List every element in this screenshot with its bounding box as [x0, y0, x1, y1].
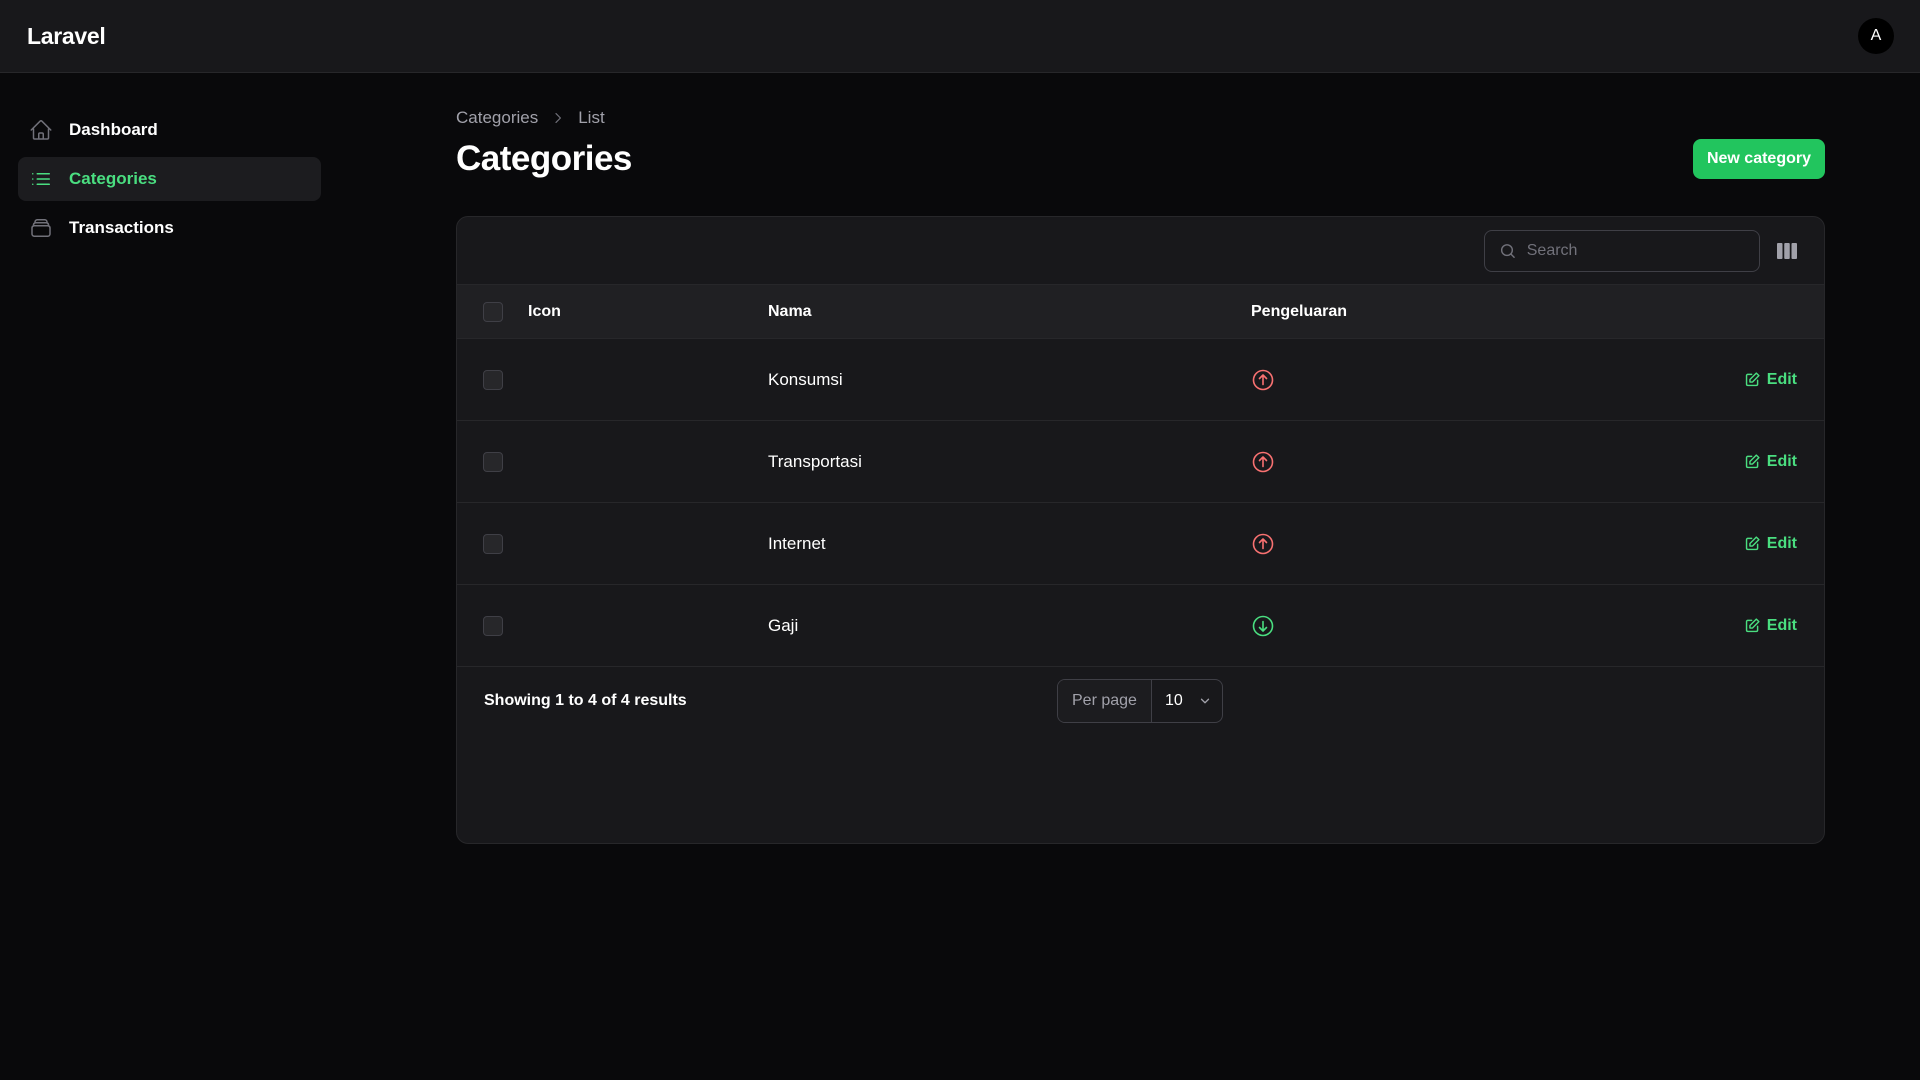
user-avatar[interactable]: A	[1858, 18, 1894, 54]
row-nama: Gaji	[768, 615, 799, 635]
column-header-icon[interactable]: Icon	[528, 303, 768, 321]
edit-icon	[1745, 372, 1760, 387]
row-checkbox[interactable]	[483, 369, 503, 390]
pagination-summary: Showing 1 to 4 of 4 results	[484, 692, 687, 709]
main-content: Categories List Categories New category	[456, 108, 1825, 844]
edit-icon	[1745, 536, 1760, 551]
table-row: Transportasi Edit	[457, 421, 1824, 503]
top-bar: Laravel A	[0, 0, 1920, 73]
edit-label: Edit	[1766, 452, 1797, 470]
column-toggle-icon[interactable]	[1776, 240, 1798, 262]
column-header-pengeluaran[interactable]: Pengeluaran	[1251, 303, 1624, 321]
chevron-right-icon	[555, 113, 562, 123]
breadcrumb: Categories List	[456, 108, 1825, 128]
brand-logo[interactable]: Laravel	[27, 23, 106, 50]
edit-button[interactable]: Edit	[1744, 371, 1797, 389]
table-header: Icon Nama Pengeluaran	[457, 285, 1824, 339]
categories-table: Icon Nama Pengeluaran Konsumsi Edit	[456, 216, 1825, 844]
edit-label: Edit	[1766, 616, 1797, 634]
sidebar-item-label: Dashboard	[69, 120, 158, 139]
breadcrumb-categories-link[interactable]: Categories	[456, 108, 538, 128]
edit-button[interactable]: Edit	[1744, 617, 1797, 635]
edit-label: Edit	[1766, 370, 1797, 388]
chevron-down-icon	[1200, 698, 1210, 704]
sidebar: Dashboard Categories Transactions	[18, 108, 321, 255]
archive-icon	[31, 219, 51, 237]
row-checkbox[interactable]	[483, 533, 503, 554]
table-toolbar	[457, 217, 1824, 285]
sidebar-item-label: Transactions	[69, 218, 174, 237]
column-header-nama[interactable]: Nama	[768, 303, 1251, 321]
sidebar-item-transactions[interactable]: Transactions	[18, 206, 321, 250]
arrow-up-circle-icon	[1252, 533, 1274, 554]
per-page-label: Per page	[1058, 680, 1152, 722]
search-input[interactable]	[1526, 241, 1745, 260]
table-row: Internet Edit	[457, 503, 1824, 585]
edit-icon	[1745, 618, 1760, 633]
table-row: Konsumsi Edit	[457, 339, 1824, 421]
select-all-checkbox[interactable]	[483, 301, 503, 322]
arrow-down-circle-icon	[1252, 615, 1274, 636]
sidebar-item-label: Categories	[69, 169, 157, 188]
table-footer: Showing 1 to 4 of 4 results Per page 10	[457, 667, 1824, 735]
sidebar-item-categories[interactable]: Categories	[18, 157, 321, 201]
arrow-up-circle-icon	[1252, 451, 1274, 472]
edit-icon	[1745, 454, 1760, 469]
search-box[interactable]	[1484, 229, 1760, 272]
row-nama: Internet	[768, 533, 826, 553]
per-page-control: Per page 10	[1057, 679, 1223, 723]
home-icon	[30, 119, 52, 140]
sidebar-item-dashboard[interactable]: Dashboard	[18, 108, 321, 152]
edit-button[interactable]: Edit	[1744, 453, 1797, 471]
breadcrumb-current: List	[578, 108, 605, 127]
list-icon	[32, 173, 50, 185]
row-nama: Transportasi	[768, 451, 862, 471]
table-row: Gaji Edit	[457, 585, 1824, 667]
new-category-button[interactable]: New category	[1692, 139, 1825, 179]
row-nama: Konsumsi	[768, 369, 843, 389]
search-icon	[1500, 243, 1515, 258]
edit-button[interactable]: Edit	[1744, 535, 1797, 553]
row-checkbox[interactable]	[483, 615, 503, 636]
page-header: Categories New category	[456, 139, 1825, 179]
row-checkbox[interactable]	[483, 451, 503, 472]
per-page-value: 10	[1164, 692, 1183, 709]
per-page-select[interactable]: 10	[1152, 680, 1222, 722]
page-title: Categories	[456, 139, 632, 178]
arrow-up-circle-icon	[1252, 369, 1274, 390]
edit-label: Edit	[1766, 534, 1797, 552]
